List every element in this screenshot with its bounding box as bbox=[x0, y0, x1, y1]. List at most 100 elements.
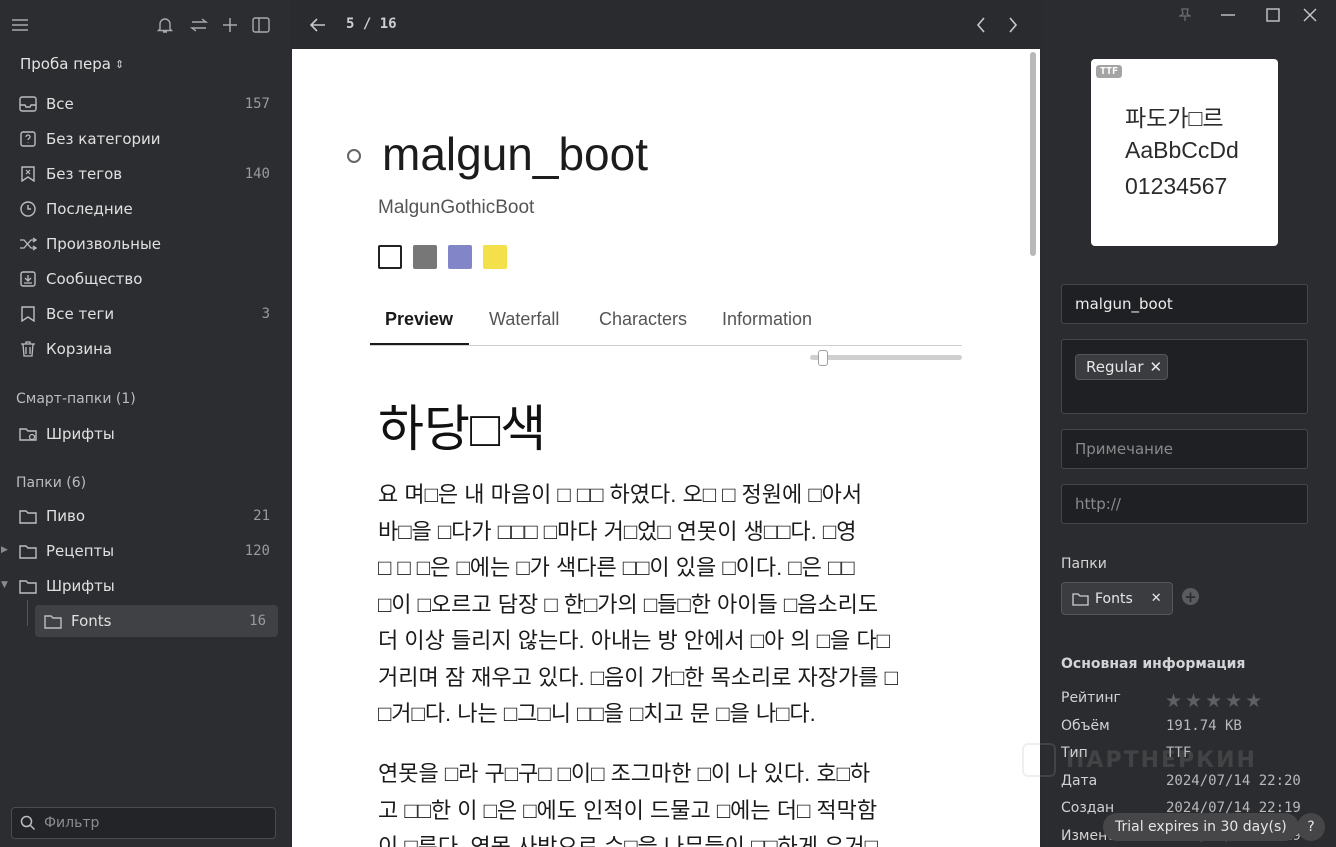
star-icon[interactable]: ★ bbox=[1165, 690, 1182, 712]
style-chip[interactable]: Regular ✕ bbox=[1075, 354, 1169, 380]
font-name: malgun_boot bbox=[382, 128, 648, 180]
filter-input[interactable]: Фильтр bbox=[11, 807, 276, 839]
preview-line: 더 이상 들리지 않는다. 아내는 방 안에서 □아 의 □을 다□ bbox=[378, 628, 890, 653]
sidebar-item-count: 140 bbox=[244, 166, 270, 182]
remove-style-icon[interactable]: ✕ bbox=[1150, 358, 1163, 376]
folder-item[interactable]: Рецепты 120 bbox=[10, 535, 282, 567]
watermark-logo-icon bbox=[1022, 743, 1056, 777]
sidebar-item[interactable]: Последние bbox=[10, 193, 282, 225]
star-icon[interactable]: ★ bbox=[1185, 690, 1202, 712]
chevron-updown-icon: ⇕ bbox=[114, 57, 125, 71]
sidebar-item[interactable]: Все 157 bbox=[10, 88, 282, 120]
sidebar-item[interactable]: Произвольные bbox=[10, 228, 282, 260]
sidebar-item[interactable]: Сообщество bbox=[10, 263, 282, 295]
size-slider-handle[interactable] bbox=[818, 350, 828, 366]
pager: 5 / 16 bbox=[346, 16, 397, 32]
smart-folder-label: Шрифты bbox=[46, 425, 115, 443]
add-folder-icon[interactable]: + bbox=[1182, 588, 1199, 606]
maximize-icon[interactable] bbox=[1262, 4, 1284, 26]
info-header: Основная информация bbox=[1061, 656, 1246, 672]
help-button[interactable]: ? bbox=[1297, 813, 1325, 841]
star-icon[interactable]: ★ bbox=[1205, 690, 1222, 712]
color-swatch[interactable] bbox=[448, 245, 472, 269]
folder-count: 120 bbox=[244, 543, 270, 559]
thumbnail-line-2: AaBbCcDd bbox=[1125, 137, 1239, 163]
rating-stars[interactable]: ★ ★ ★ ★ ★ bbox=[1165, 690, 1262, 712]
sidebar-item[interactable]: Все теги 3 bbox=[10, 298, 282, 330]
collapse-caret-icon[interactable]: ▼ bbox=[1, 580, 8, 590]
note-field[interactable]: Примечание bbox=[1061, 429, 1308, 469]
sidebar-item-count: 3 bbox=[261, 306, 270, 322]
folder-item[interactable]: Fonts 16 bbox=[35, 605, 278, 637]
preview-paragraph: 연못을 □라 구□구□ □이□ 조그마한 □이 나 있다. 호□하 고 □□한 이… bbox=[378, 756, 968, 847]
scrollbar[interactable] bbox=[1030, 52, 1036, 256]
tab-preview[interactable]: Preview bbox=[385, 309, 453, 330]
prev-icon[interactable] bbox=[970, 14, 992, 36]
name-field[interactable]: malgun_boot bbox=[1061, 284, 1308, 324]
minimize-icon[interactable] bbox=[1217, 4, 1239, 26]
close-icon[interactable] bbox=[1299, 4, 1321, 26]
url-field[interactable]: http:// bbox=[1061, 484, 1308, 524]
note-placeholder: Примечание bbox=[1075, 440, 1173, 458]
smart-folder-item[interactable]: Шрифты bbox=[10, 418, 282, 450]
panel-toggle-icon[interactable] bbox=[250, 14, 272, 36]
folders-section-label: Папки bbox=[1061, 556, 1107, 572]
preview-heading: 하당□색 bbox=[378, 401, 547, 457]
color-swatch[interactable] bbox=[483, 245, 507, 269]
style-tags-field[interactable]: Regular ✕ bbox=[1061, 339, 1308, 414]
folder-item[interactable]: Шрифты bbox=[10, 570, 282, 602]
back-arrow-icon[interactable] bbox=[307, 14, 329, 36]
status-circle-icon[interactable] bbox=[347, 149, 361, 163]
folder-icon bbox=[10, 579, 46, 594]
pin-icon[interactable] bbox=[1174, 4, 1196, 26]
watermark: ПАРТНЕРКИН bbox=[1022, 740, 1292, 780]
preview-line: 이 □른다. 연못 사방으로 수□을 나무들이 □□하게 우거□ bbox=[378, 834, 878, 847]
folder-item[interactable]: Пиво 21 bbox=[10, 500, 282, 532]
sync-icon[interactable] bbox=[188, 14, 210, 36]
folder-count: 16 bbox=[249, 613, 266, 629]
font-preview-document: malgun_boot MalgunGothicBoot Preview Wat… bbox=[292, 49, 1040, 847]
tab-bar: Preview Waterfall Characters Information bbox=[370, 294, 962, 346]
smart-folder-icon bbox=[10, 426, 46, 442]
sidebar-item-label: Корзина bbox=[46, 340, 113, 358]
library-switcher[interactable]: Проба пера ⇕ bbox=[20, 55, 124, 73]
next-icon[interactable] bbox=[1002, 14, 1024, 36]
remove-folder-icon[interactable]: ✕ bbox=[1151, 591, 1162, 606]
watermark-text: ПАРТНЕРКИН bbox=[1066, 747, 1257, 773]
sidebar-item[interactable]: Без тегов 140 bbox=[10, 158, 282, 190]
star-icon[interactable]: ★ bbox=[1225, 690, 1242, 712]
folder-label: Пиво bbox=[46, 507, 86, 525]
trial-badge[interactable]: Trial expires in 30 day(s) bbox=[1103, 813, 1299, 841]
preview-line: 거리며 잠 재우고 있다. □음이 가□한 목소리로 자장가를 □ bbox=[378, 664, 898, 690]
folders-header: Папки (6) bbox=[16, 475, 87, 491]
bell-icon[interactable] bbox=[154, 14, 176, 36]
info-value: 191.74 KB bbox=[1166, 717, 1242, 734]
folder-label: Рецепты bbox=[46, 542, 115, 560]
expand-caret-icon[interactable]: ▶ bbox=[1, 545, 8, 555]
library-name: Проба пера bbox=[20, 55, 111, 73]
folder-chip-label: Fonts bbox=[1095, 590, 1133, 607]
menu-icon[interactable] bbox=[9, 14, 31, 36]
preview-line: 요 며□은 내 마음이 □ □□ 하였다. 오□ □ 정원에 □아서 bbox=[378, 482, 863, 507]
tab-information[interactable]: Information bbox=[722, 309, 812, 330]
folder-chip[interactable]: Fonts ✕ bbox=[1061, 582, 1173, 615]
inbox-icon bbox=[10, 96, 46, 112]
color-swatch[interactable] bbox=[378, 245, 402, 269]
tab-characters[interactable]: Characters bbox=[599, 309, 687, 330]
color-swatch[interactable] bbox=[413, 245, 437, 269]
thumbnail-line-3: 01234567 bbox=[1125, 173, 1228, 199]
star-icon[interactable]: ★ bbox=[1245, 690, 1262, 712]
url-placeholder: http:// bbox=[1075, 495, 1121, 513]
sidebar-item-label: Сообщество bbox=[46, 270, 143, 288]
tree-guide bbox=[27, 600, 28, 626]
shuffle-icon bbox=[10, 237, 46, 251]
size-slider-track[interactable] bbox=[810, 355, 962, 360]
sidebar-toolbar bbox=[0, 0, 291, 50]
viewer-toolbar bbox=[291, 0, 1042, 49]
sidebar-item[interactable]: Без категории bbox=[10, 123, 282, 155]
plus-icon[interactable] bbox=[219, 14, 241, 36]
tab-waterfall[interactable]: Waterfall bbox=[489, 309, 559, 330]
sidebar-item[interactable]: Корзина bbox=[10, 333, 282, 365]
preview-line: □ □ □은 □에는 □가 색다른 □□이 있을 □이다. □은 □□ bbox=[378, 555, 855, 580]
font-family: MalgunGothicBoot bbox=[378, 197, 535, 218]
